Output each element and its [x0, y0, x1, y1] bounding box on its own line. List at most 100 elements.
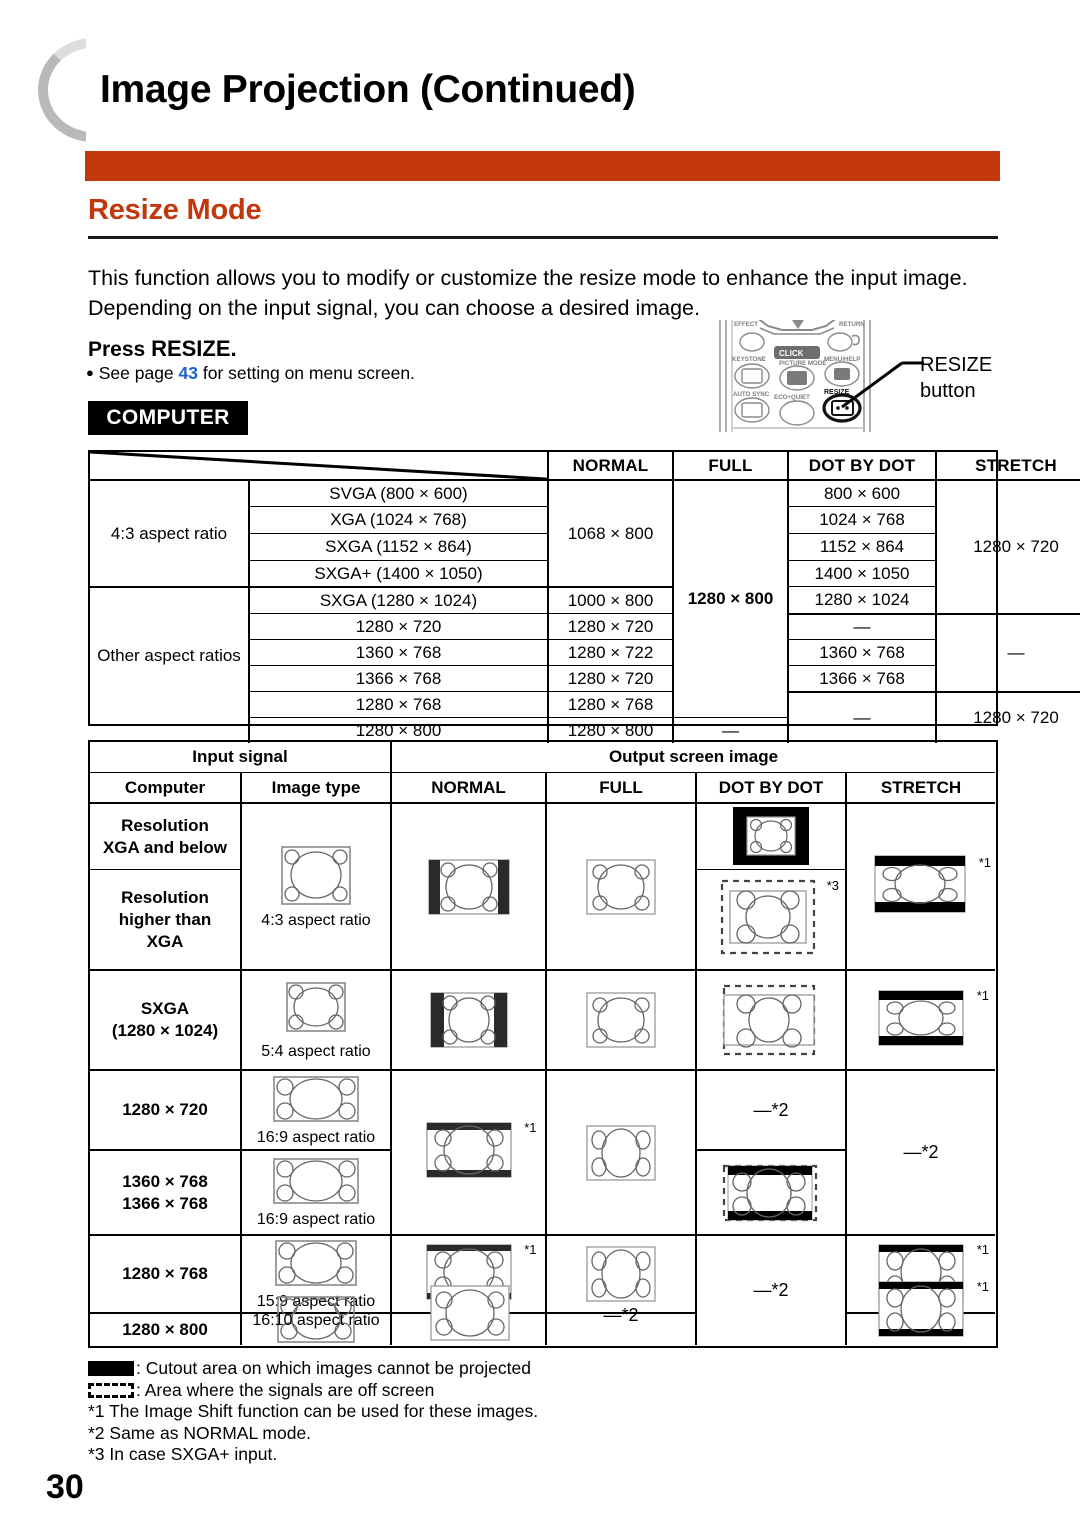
resolution-mapping-table: NORMAL FULL DOT BY DOT STRETCH 4:3 aspec… — [88, 450, 1080, 743]
t2-output-full-cell — [545, 1069, 695, 1234]
t1-dot-cell: 800 × 600 — [787, 479, 935, 506]
footnote-ref-3: *3 — [826, 878, 839, 893]
t2-subheader-dotbydot: DOT BY DOT — [695, 772, 845, 802]
t2-output-stretch-cell: *1 — [845, 802, 995, 969]
t1-dot-cell: 1280 × 1024 — [787, 586, 935, 613]
t2-output-dot-cell: *3 — [695, 869, 845, 969]
t2-header-output-label: Output screen image — [608, 747, 779, 766]
t2-row-label-text: 1280 × 800 — [122, 1319, 208, 1339]
t1-signal-cell: 1366 × 768 — [248, 665, 547, 691]
t2-output-dot-cell — [695, 969, 845, 1069]
press-resize-instruction: Press RESIZE. — [88, 336, 237, 362]
t1-normal-cell: 1000 × 800 — [547, 586, 672, 613]
remote-label-return: RETURN — [839, 321, 865, 328]
t1-stretch-cell: 1280 × 720 — [935, 479, 1080, 613]
t1-header-dotbydot: DOT BY DOT — [787, 452, 935, 479]
icon-with-ref: *1 — [865, 852, 991, 921]
t1-signal-cell: 1280 × 720 — [248, 613, 547, 639]
resize-button-callout: RESIZE button — [920, 352, 992, 404]
t2-image-type-cell: 16:9 aspect ratio — [240, 1069, 390, 1149]
remote-label-keystone: KEYSTONE — [732, 356, 766, 363]
t1-dot-cell: — — [787, 691, 935, 743]
aspect-icon-16-9 — [273, 1158, 359, 1204]
t2-output-dot-cell — [695, 1149, 845, 1234]
press-label: Press — [88, 338, 152, 361]
t2-output-stretch-cell-dash: —*2 — [845, 1069, 995, 1234]
t2-image-caption: 4:3 aspect ratio — [261, 912, 371, 929]
see-page-note: ● See page 43 for setting on menu screen… — [86, 363, 415, 384]
t2-dash-note: —*2 — [753, 1099, 789, 1120]
t2-row-label: 1280 × 720 — [90, 1069, 240, 1149]
t2-row-label: Resolution higher than XGA — [90, 869, 240, 969]
aspect-icon-15-9 — [275, 1239, 357, 1286]
legend-solid-swatch-icon — [88, 1361, 134, 1377]
t2-output-dot-cell-dash: —*2 — [695, 1069, 845, 1149]
t2-header-input-label: Input signal — [192, 747, 288, 766]
t1-dot-cell: 1366 × 768 — [787, 665, 935, 691]
output-icon-dotbydot-overscan — [720, 879, 816, 955]
callout-line-1: RESIZE — [920, 354, 993, 376]
t2-row-label: 1280 × 768 — [90, 1234, 240, 1312]
output-icon-stretch-letterbox — [874, 855, 966, 913]
t1-signal-cell: 1280 × 768 — [248, 691, 547, 717]
section-divider — [88, 236, 998, 239]
footnote-ref-1: *1 — [976, 987, 989, 1003]
t2-subheader-stretch-label: STRETCH — [880, 777, 962, 797]
output-icon-stretch-letterbox — [878, 1281, 964, 1337]
t1-header-normal: NORMAL — [547, 452, 672, 479]
output-icon-full — [586, 992, 656, 1048]
t1-group-label-other: Other aspect ratios — [90, 586, 248, 723]
aspect-icon-4-3 — [281, 846, 351, 905]
intro-paragraph: This function allows you to modify or cu… — [88, 266, 968, 320]
t2-output-full-cell — [545, 802, 695, 969]
output-icon-dotbydot-windowbox — [733, 806, 809, 865]
t2-subheader-computer-label: Computer — [124, 777, 206, 797]
callout-line-2: button — [920, 380, 976, 402]
output-icon-full — [586, 1124, 656, 1181]
t2-output-normal-cell — [390, 1284, 545, 1345]
t2-image-type-cell: 16:9 aspect ratio — [240, 1149, 390, 1234]
output-icon-stretch-letterbox — [878, 989, 964, 1046]
t2-output-full-cell — [545, 969, 695, 1069]
output-icon-dotbydot-overscan — [722, 984, 816, 1056]
footnotes-block: : Cutout area on which images cannot be … — [88, 1358, 888, 1466]
t2-row-label-text: 1280 × 768 — [122, 1264, 208, 1283]
output-icon-normal-full — [429, 1284, 510, 1341]
t1-full-cell: 1280 × 800 — [672, 479, 787, 717]
t2-image-type-cell: 5:4 aspect ratio — [240, 969, 390, 1069]
t2-row-label: Resolution XGA and below — [90, 802, 240, 869]
t2-dash-note: —*2 — [753, 1280, 789, 1300]
output-icon-dotbydot-overscan-letterbox — [722, 1164, 818, 1221]
section-heading: Resize Mode — [88, 194, 262, 226]
t2-subheader-computer: Computer — [90, 772, 240, 802]
press-keyword: RESIZE. — [151, 336, 237, 361]
t2-row-label-text: Resolution higher than XGA — [118, 887, 212, 951]
t1-signal-cell: SXGA (1280 × 1024) — [248, 586, 547, 613]
legend-dashed-text: : Area where the signals are off screen — [136, 1379, 435, 1400]
t2-row-label-text: 1280 × 720 — [122, 1100, 208, 1119]
computer-section-tag: COMPUTER — [88, 401, 248, 435]
output-icon-normal-pillarbox — [429, 992, 508, 1048]
t2-output-dot-cell-dash: —*2 — [695, 1234, 845, 1345]
footnote-3: *3 In case SXGA+ input. — [88, 1444, 278, 1464]
t1-stretch-cell: — — [935, 613, 1080, 691]
footnote-ref-1: *1 — [976, 1241, 989, 1257]
t2-output-normal-cell — [390, 969, 545, 1069]
aspect-icon-16-9 — [273, 1075, 359, 1122]
legend-cutout-row: : Cutout area on which images cannot be … — [88, 1358, 888, 1380]
t2-output-normal-cell — [390, 802, 545, 969]
icon-with-ref: *1 — [867, 987, 989, 1054]
t2-image-caption: 5:4 aspect ratio — [261, 1042, 371, 1060]
t2-dash-note: —*2 — [603, 1305, 639, 1325]
t2-output-full-cell-dash: —*2 — [545, 1305, 695, 1345]
t1-normal-cell: 1280 × 768 — [547, 691, 672, 717]
t1-signal-cell: SXGA+ (1400 × 1050) — [248, 560, 547, 586]
t2-header-input-signal: Input signal — [90, 742, 390, 772]
page-reference-link[interactable]: 43 — [179, 363, 198, 383]
t1-header-full: FULL — [672, 452, 787, 479]
t2-subheader-stretch: STRETCH — [845, 772, 995, 802]
legend-solid-text: : Cutout area on which images cannot be … — [136, 1358, 531, 1378]
t2-row-label-text: SXGA (1280 × 1024) — [111, 999, 219, 1040]
t2-output-stretch-cell: *1 — [845, 1279, 995, 1345]
output-icon-normal-letterbox — [425, 1122, 512, 1178]
